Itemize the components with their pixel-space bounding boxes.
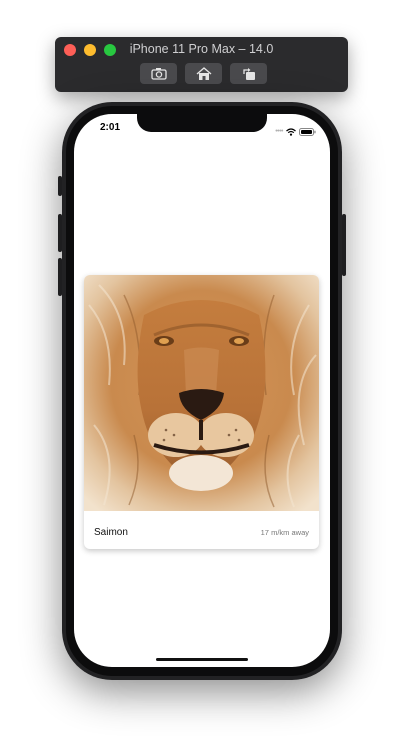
volume-up-button [58,214,62,252]
home-icon [196,66,212,81]
screenshot-button[interactable] [140,63,177,84]
simulator-title: iPhone 11 Pro Max – 14.0 [129,42,274,56]
card-name: Saimon [94,527,128,538]
status-icons: •••• [275,123,316,141]
phone-screen: 2:01 •••• Saimon 17 m/km away [74,114,330,667]
card-distance: 17 m/km away [260,528,309,537]
mute-switch [58,176,62,196]
wifi-icon [286,123,296,141]
rotate-button[interactable] [230,63,267,84]
volume-down-button [58,258,62,296]
profile-card[interactable]: Saimon 17 m/km away [84,275,319,549]
notch [137,114,267,132]
simulator-toolbar-window: iPhone 11 Pro Max – 14.0 [55,37,348,92]
lion-photo [84,275,319,511]
status-time: 2:01 [100,122,121,133]
rotate-icon [242,66,256,81]
home-indicator[interactable] [156,658,248,661]
power-button [342,214,346,276]
battery-icon [299,123,316,141]
signal-icon: •••• [275,128,283,135]
camera-icon [150,67,167,80]
home-button[interactable] [185,63,222,84]
